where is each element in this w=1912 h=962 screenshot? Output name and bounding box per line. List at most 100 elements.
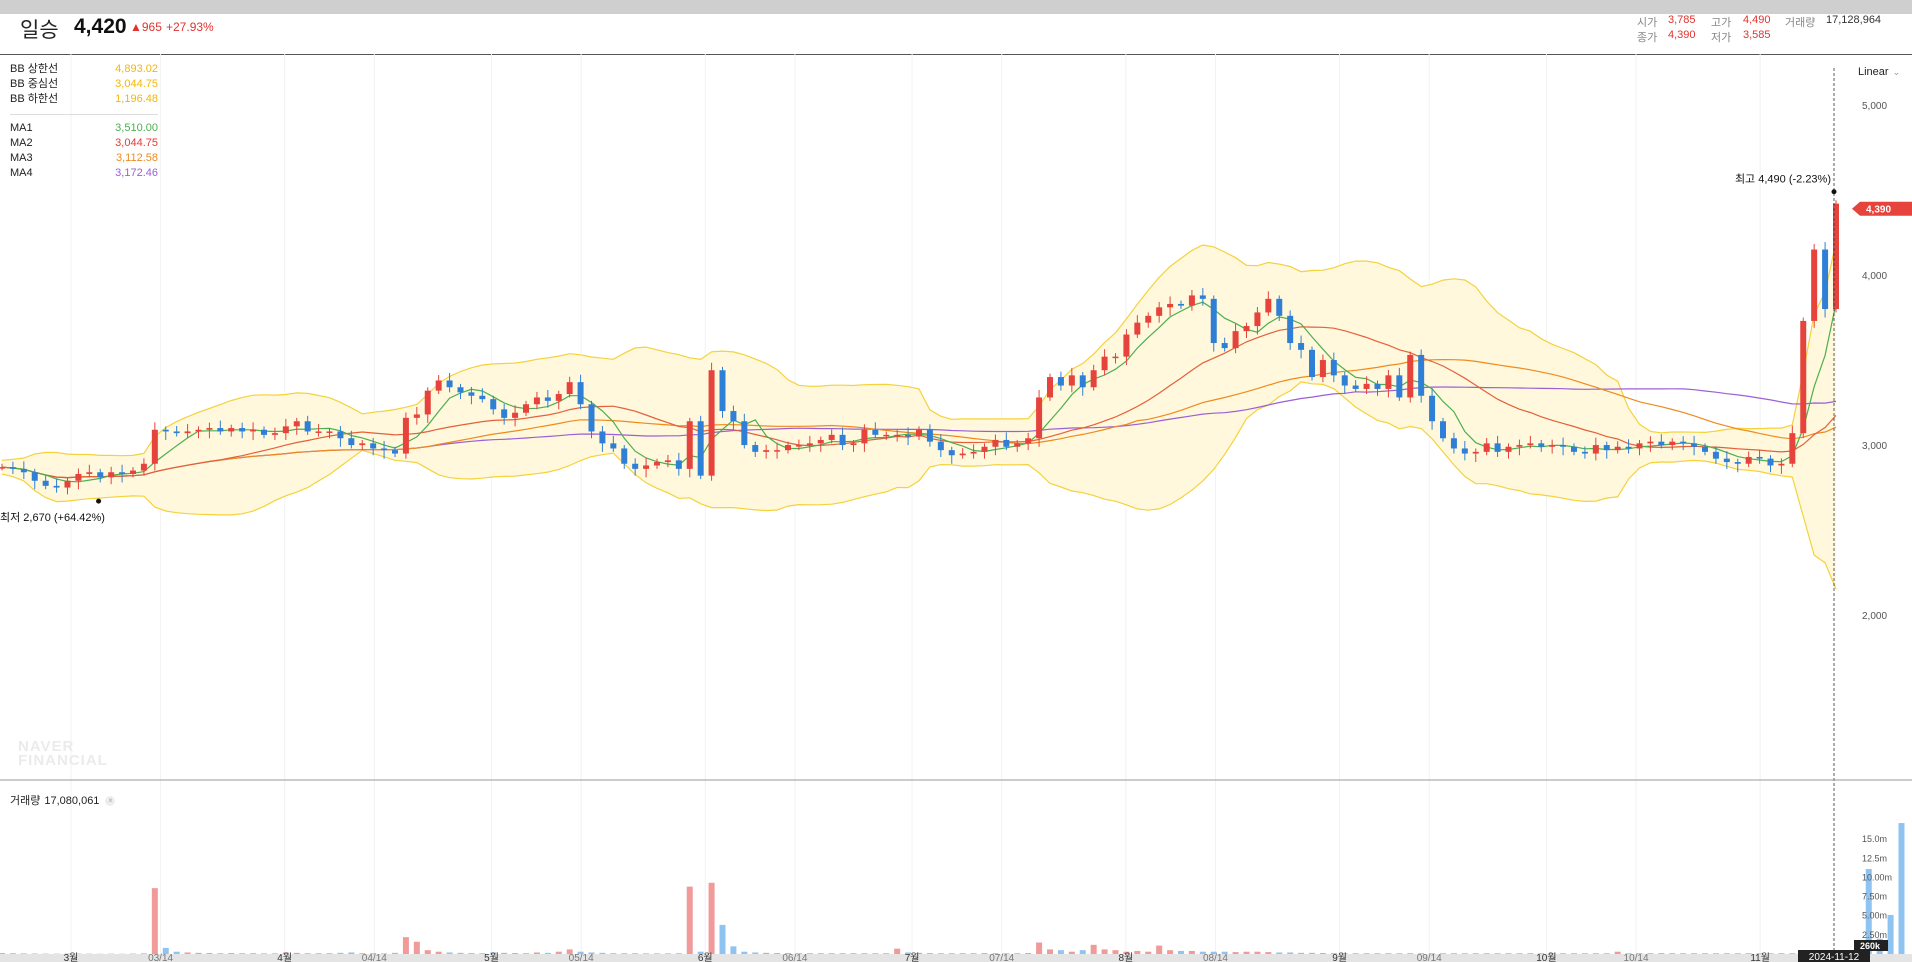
candle-body [20,468,27,473]
candle-body [97,472,104,478]
candle-body [719,370,726,412]
volume-bar [883,953,890,954]
candle-body [151,429,158,464]
volume-bar [1723,953,1730,954]
candle-body [1112,356,1119,359]
candle-body [501,409,508,418]
candle-body [1571,446,1577,452]
close-icon[interactable]: × [105,796,116,806]
legend-bb-upper: BB 상한선 4,893.02 [10,62,158,77]
x-tick-label: 09/14 [1417,953,1442,962]
x-tick-label: 06/14 [782,953,807,962]
candle [1036,389,1043,447]
volume-tick-label: 2.50m [1862,930,1887,940]
volume-bar [1472,953,1479,954]
volume-bar [544,952,551,954]
volume-bar [1101,949,1108,954]
volume-bar [1243,951,1250,954]
volume-bar [1483,953,1490,954]
candle-body [424,390,431,415]
candle [1418,349,1425,403]
volume-bar [719,924,726,954]
volume-bar [1145,951,1152,954]
candle-body [261,429,267,435]
volume-bar [1789,953,1796,954]
candle [1440,417,1446,442]
volume-bar [850,953,857,954]
candle-body [479,395,486,400]
volume-bar [1898,823,1905,954]
volume-bar [1450,953,1457,954]
candle-body [785,445,791,451]
candle [1822,242,1829,318]
volume-bar [184,952,191,954]
candle-body [795,445,802,447]
candle-body [1036,397,1043,439]
x-tick-label: 04/14 [362,953,387,962]
candle-body [992,439,999,447]
y-tick-label: 5,000 [1862,101,1887,112]
volume-bar [610,953,617,954]
x-tick-label: 05/14 [569,953,594,962]
volume-bar [1090,944,1097,954]
x-tick-label: 03/14 [148,953,173,962]
candle-body [75,473,82,481]
candle-body [1603,445,1610,451]
price-chart[interactable]: 2,000 3,000 4,000 5,000 4,390 최고 4,490 (-2.23… [0,14,1912,962]
volume-bar [1407,953,1414,954]
candle-body [1549,445,1556,447]
candle [151,422,158,471]
legend-value: 4,893.02 [115,63,158,75]
candle-body [1669,441,1676,446]
volume-bar [1887,914,1894,954]
volume-bar [1374,953,1381,954]
volume-bar [774,953,781,954]
candle-body [544,397,551,401]
candle-body [315,431,322,433]
candle-body [42,480,49,486]
legend-name: MA3 [10,152,33,164]
candle-body [1363,383,1370,389]
legend-divider [10,114,158,115]
legend-bb-lower: BB 하한선 1,196.48 [10,92,158,107]
candle-body [817,439,824,444]
candle-body [457,387,464,393]
volume-bar [1778,953,1785,954]
volume-panel-title: 거래량 [10,795,41,807]
candle-body [686,421,693,469]
candle-body [1581,451,1588,454]
volume-bar [708,882,715,954]
candle-body [1614,446,1621,451]
candle-body [1265,298,1272,313]
candle-body [621,448,628,464]
volume-bar [806,953,813,954]
y-tick-label: 4,000 [1862,271,1887,282]
volume-bar [1057,950,1064,954]
candle-body [1232,331,1239,349]
candle-body [1090,370,1097,388]
x-tick-label: 11월 [1750,952,1770,962]
candle-body [271,433,278,435]
volume-bar [1319,953,1326,954]
candle-body [108,472,115,478]
volume-bar [1134,950,1141,954]
candle-body [1101,356,1108,371]
volume-bar [1068,951,1075,954]
candle-body [173,431,180,434]
candle-body [1385,375,1392,389]
volume-bar [1156,945,1163,954]
scale-type-label: Linear [1858,66,1889,78]
scale-type-button[interactable]: Linear ⌄ [1858,66,1900,78]
candle-body [1221,343,1228,349]
volume-bar [20,953,27,954]
volume-bar [1581,953,1588,954]
candle-body [1079,375,1086,388]
candle-body [250,429,257,432]
volume-bar [217,953,224,954]
candle [1309,346,1315,381]
volume-bar [1298,952,1305,954]
candle-body [1156,307,1163,316]
candle-body [1298,343,1305,350]
volume-bar [151,888,158,954]
candle-body [1756,456,1763,459]
